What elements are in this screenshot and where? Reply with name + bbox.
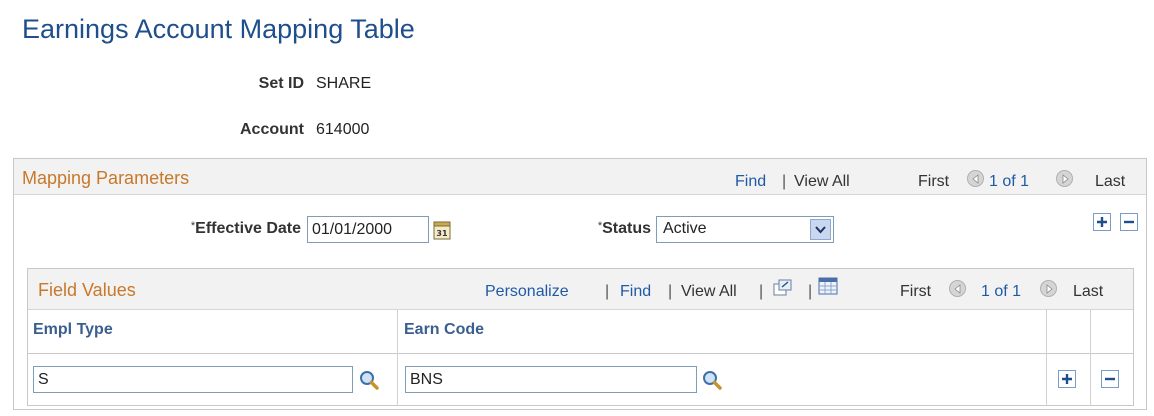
mapping-count: 1 of 1 xyxy=(989,173,1030,190)
mapping-delete-row-button[interactable] xyxy=(1120,213,1138,231)
status-select[interactable]: Active xyxy=(656,216,834,243)
status-label-wrap: *Status xyxy=(560,220,651,238)
grid-header-row xyxy=(28,309,1133,354)
empl-type-input[interactable] xyxy=(33,366,353,393)
mapping-add-row-button[interactable] xyxy=(1093,213,1111,231)
nav-separator: | xyxy=(668,283,673,300)
mapping-find-link[interactable]: Find xyxy=(735,173,766,191)
empl-type-lookup-icon[interactable] xyxy=(358,369,380,391)
mapping-next-icon[interactable] xyxy=(1056,170,1073,187)
field-values-title: Field Values xyxy=(38,280,136,300)
field-values-last-label: Last xyxy=(1073,283,1104,300)
mapping-parameters-title: Mapping Parameters xyxy=(22,168,190,188)
column-header-earn-code[interactable]: Earn Code xyxy=(404,321,484,339)
earn-code-lookup-icon[interactable] xyxy=(701,369,723,391)
field-values-find-link[interactable]: Find xyxy=(620,283,651,301)
grid-download-icon[interactable] xyxy=(818,277,838,295)
field-values-delete-row-button[interactable] xyxy=(1101,370,1119,388)
effective-date-input[interactable] xyxy=(307,216,429,243)
nav-separator: | xyxy=(759,283,764,300)
effective-date-label: Effective Date xyxy=(195,220,301,237)
field-values-view-all-link[interactable]: View All xyxy=(681,283,737,301)
page-title: Earnings Account Mapping Table xyxy=(22,14,415,44)
column-divider xyxy=(397,309,398,406)
field-values-header xyxy=(28,269,1133,310)
account-label: Account xyxy=(240,121,304,138)
setid-label: Set ID xyxy=(258,75,304,92)
field-values-count: 1 of 1 xyxy=(981,283,1022,300)
nav-separator: | xyxy=(605,283,610,300)
field-values-add-row-button[interactable] xyxy=(1058,370,1076,388)
field-values-next-icon[interactable] xyxy=(1040,280,1057,297)
status-label: Status xyxy=(602,220,651,237)
svg-text:31: 31 xyxy=(436,229,448,238)
earn-code-input[interactable] xyxy=(405,366,697,393)
status-selected-value: Active xyxy=(663,220,707,237)
effective-date-label-wrap: *Effective Date xyxy=(150,220,301,238)
new-window-icon[interactable] xyxy=(773,279,793,297)
setid-value: SHARE xyxy=(316,75,372,92)
mapping-first-label: First xyxy=(918,173,950,190)
column-divider xyxy=(1046,309,1047,406)
mapping-last-label: Last xyxy=(1095,173,1126,190)
chevron-down-icon[interactable] xyxy=(810,219,831,240)
field-values-prev-icon[interactable] xyxy=(949,280,966,297)
mapping-view-all-link[interactable]: View All xyxy=(794,173,850,191)
personalize-link[interactable]: Personalize xyxy=(485,283,569,301)
nav-separator: | xyxy=(782,173,787,190)
nav-separator: | xyxy=(808,283,813,300)
column-header-empl-type[interactable]: Empl Type xyxy=(33,321,113,339)
account-value: 614000 xyxy=(316,121,370,138)
field-values-first-label: First xyxy=(900,283,932,300)
mapping-prev-icon[interactable] xyxy=(967,170,984,187)
calendar-icon[interactable]: 31 xyxy=(433,220,451,240)
column-divider xyxy=(1090,309,1091,406)
